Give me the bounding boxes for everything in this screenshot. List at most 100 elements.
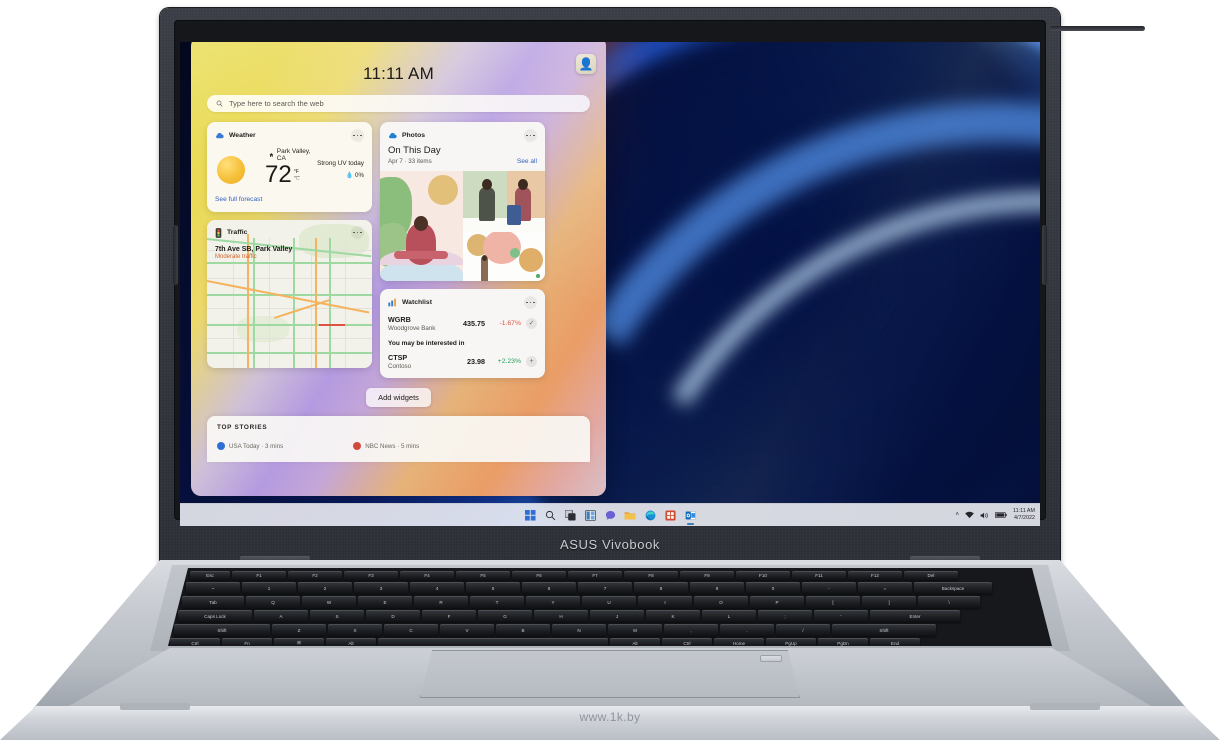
key-n[interactable]: N <box>552 624 606 636</box>
key-caps-lock[interactable]: Caps Lock <box>178 610 252 622</box>
stock-added-check-icon[interactable]: ✓ <box>526 318 537 329</box>
watchlist-more-button[interactable] <box>524 296 537 309</box>
key-f11[interactable]: F11 <box>792 571 846 580</box>
top-stories-section[interactable]: TOP STORIES USA Today · 3 mins NBC News … <box>207 416 590 462</box>
widgets-button[interactable] <box>584 509 597 522</box>
keyboard[interactable]: Esc F1 F2 F3 F4 F5 F6 F7 F8 F9 F10 F11 F12 Del ~1 2 3 4 5 6… <box>168 568 1052 646</box>
key-d[interactable]: D <box>366 610 420 622</box>
weather-more-button[interactable] <box>351 129 364 142</box>
key-pgdn[interactable]: PgDn <box>818 638 868 646</box>
photo-thumbnail-1[interactable] <box>380 171 463 281</box>
key--[interactable]: ' <box>814 610 868 622</box>
key--[interactable]: ] <box>862 596 916 608</box>
key--[interactable]: \ <box>918 596 980 608</box>
outlook-button[interactable] <box>684 509 697 525</box>
news-source-item[interactable]: NBC News · 5 mins <box>353 442 419 450</box>
search-button[interactable] <box>544 509 557 522</box>
key-f3[interactable]: F3 <box>344 571 398 580</box>
microsoft-store-button[interactable] <box>664 509 677 522</box>
watchlist-widget[interactable]: Watchlist WGRB Woodgrove Bank 435.75 -1.… <box>380 289 545 378</box>
key-f[interactable]: F <box>422 610 476 622</box>
key-a[interactable]: A <box>254 610 308 622</box>
traffic-map[interactable] <box>207 220 372 368</box>
key-tab[interactable]: Tab <box>182 596 244 608</box>
key-j[interactable]: J <box>590 610 644 622</box>
traffic-more-button[interactable] <box>351 226 364 239</box>
weather-unit-f[interactable]: °F <box>294 169 299 175</box>
key-f10[interactable]: F10 <box>736 571 790 580</box>
edge-button[interactable] <box>644 509 657 522</box>
key-f6[interactable]: F6 <box>512 571 566 580</box>
key-end[interactable]: End <box>870 638 920 646</box>
key--[interactable]: / <box>776 624 830 636</box>
key-s[interactable]: S <box>310 610 364 622</box>
key-0[interactable]: 0 <box>746 582 800 594</box>
photos-grid[interactable] <box>380 171 545 281</box>
key-y[interactable]: Y <box>526 596 580 608</box>
key-i[interactable]: I <box>638 596 692 608</box>
photo-thumbnail-2[interactable] <box>462 171 545 233</box>
key--[interactable]: - <box>802 582 856 594</box>
key-p[interactable]: P <box>750 596 804 608</box>
key-shift[interactable]: Shift <box>174 624 270 636</box>
photos-widget[interactable]: Photos On This Day Apr 7 · 33 items See … <box>380 122 545 281</box>
weather-unit-c[interactable]: °C <box>293 175 300 183</box>
key-v[interactable]: V <box>440 624 494 636</box>
key-o[interactable]: O <box>694 596 748 608</box>
taskbar[interactable]: ˄ 11:11 AM 4/7/2022 <box>180 503 1040 526</box>
key-7[interactable]: 7 <box>578 582 632 594</box>
key-h[interactable]: H <box>534 610 588 622</box>
key-6[interactable]: 6 <box>522 582 576 594</box>
key-3[interactable]: 3 <box>354 582 408 594</box>
key-f5[interactable]: F5 <box>456 571 510 580</box>
key--[interactable]: ~ <box>186 582 240 594</box>
key-4[interactable]: 4 <box>410 582 464 594</box>
key-l[interactable]: L <box>702 610 756 622</box>
network-icon[interactable] <box>965 511 974 519</box>
key-t[interactable]: T <box>470 596 524 608</box>
search-input[interactable]: Type here to search the web <box>207 95 590 112</box>
avatar[interactable]: 👤 <box>576 54 596 74</box>
key--[interactable]: . <box>720 624 774 636</box>
key--[interactable]: , <box>664 624 718 636</box>
key-alt[interactable]: Alt <box>610 638 660 646</box>
weather-forecast-link[interactable]: See full forecast <box>207 187 372 212</box>
key-f2[interactable]: F2 <box>288 571 342 580</box>
key-e[interactable]: E <box>358 596 412 608</box>
key-z[interactable]: Z <box>272 624 326 636</box>
key-q[interactable]: Q <box>246 596 300 608</box>
key-alt[interactable]: Alt <box>326 638 376 646</box>
key-w[interactable]: W <box>302 596 356 608</box>
fingerprint-sensor[interactable] <box>760 655 782 662</box>
news-source-item[interactable]: USA Today · 3 mins <box>217 442 283 450</box>
key-f9[interactable]: F9 <box>680 571 734 580</box>
tray-chevron-icon[interactable]: ˄ <box>956 512 960 518</box>
key--[interactable]: [ <box>806 596 860 608</box>
battery-icon[interactable] <box>995 511 1007 519</box>
key-enter[interactable]: Enter <box>870 610 960 622</box>
trackpad[interactable] <box>420 650 800 698</box>
key-space[interactable] <box>378 638 608 646</box>
key-2[interactable]: 2 <box>298 582 352 594</box>
key-k[interactable]: K <box>646 610 700 622</box>
key--[interactable]: = <box>858 582 912 594</box>
key-9[interactable]: 9 <box>690 582 744 594</box>
key-r[interactable]: R <box>414 596 468 608</box>
key--[interactable]: ⊞ <box>274 638 324 646</box>
add-widgets-button[interactable]: Add widgets <box>366 388 431 407</box>
task-view-button[interactable] <box>564 509 577 522</box>
key-shift[interactable]: Shift <box>832 624 936 636</box>
key-u[interactable]: U <box>582 596 636 608</box>
system-tray[interactable]: ˄ 11:11 AM 4/7/2022 <box>956 508 1036 522</box>
key-f1[interactable]: F1 <box>232 571 286 580</box>
key-pgup[interactable]: PgUp <box>766 638 816 646</box>
photo-thumbnail-3[interactable] <box>462 232 545 281</box>
key-1[interactable]: 1 <box>242 582 296 594</box>
photos-see-all-link[interactable]: See all <box>517 158 537 165</box>
file-explorer-button[interactable] <box>624 509 637 522</box>
key-5[interactable]: 5 <box>466 582 520 594</box>
key-m[interactable]: M <box>608 624 662 636</box>
key-x[interactable]: X <box>328 624 382 636</box>
key-g[interactable]: G <box>478 610 532 622</box>
key-fn[interactable]: Fn <box>222 638 272 646</box>
